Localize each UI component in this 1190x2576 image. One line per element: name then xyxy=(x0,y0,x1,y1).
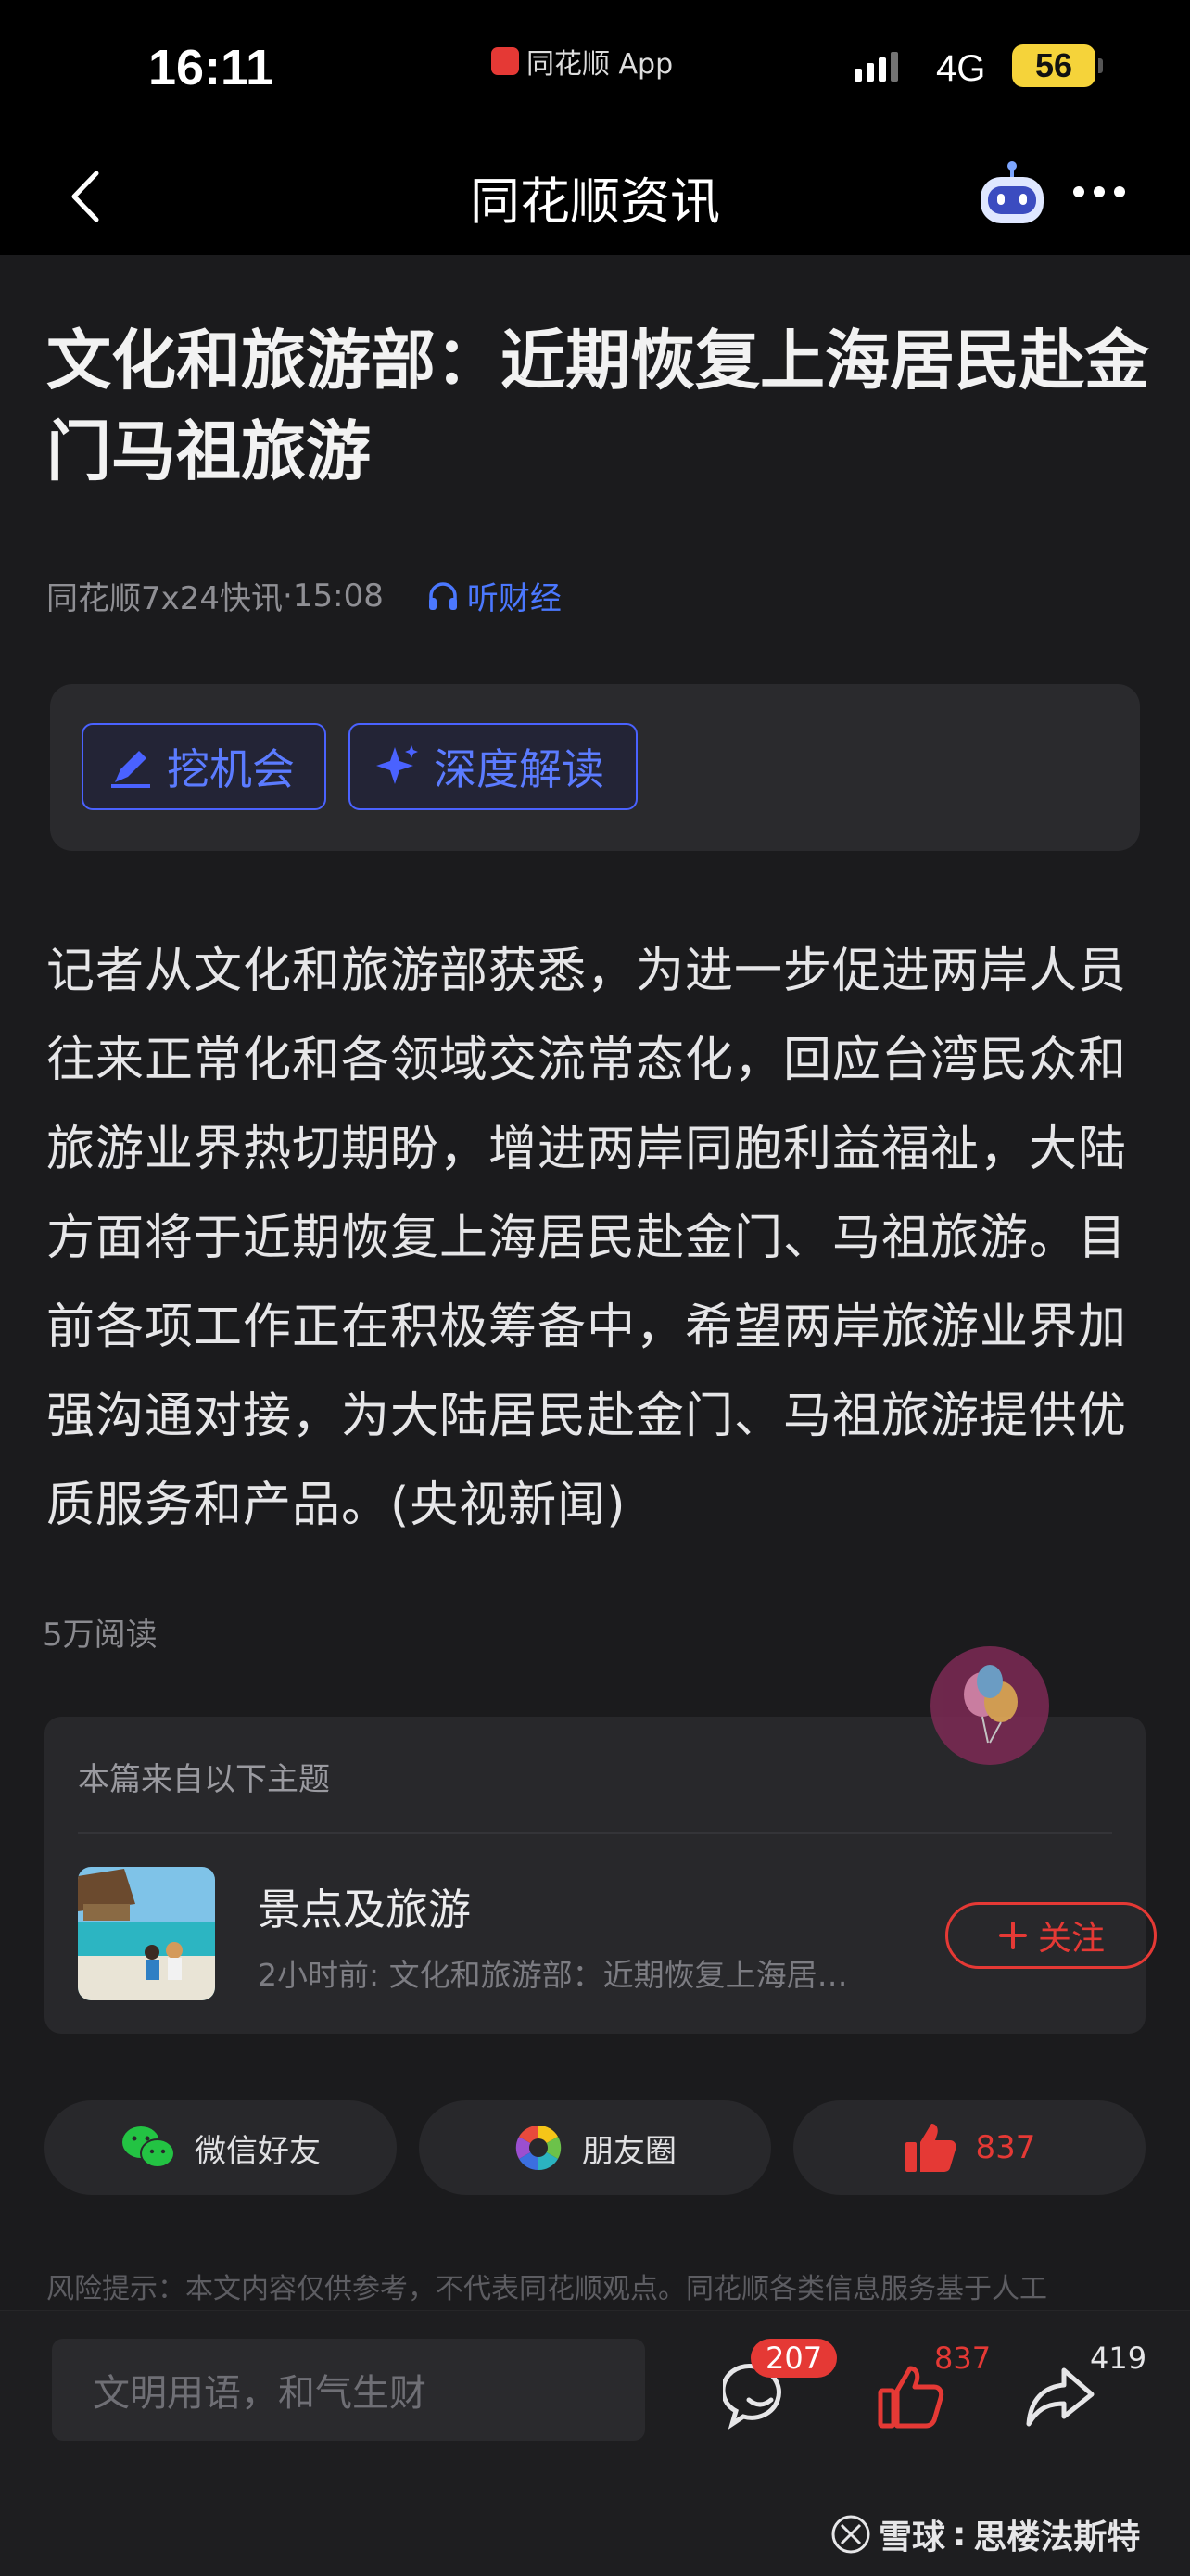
share-wechat-label: 微信好友 xyxy=(195,2132,321,2170)
bottom-like-count: 837 xyxy=(934,2341,992,2376)
share-moments-button[interactable]: 朋友圈 xyxy=(419,2100,771,2195)
headphones-icon xyxy=(428,581,457,610)
status-time: 16:11 xyxy=(148,40,274,95)
topic-header: 本篇来自以下主题 xyxy=(78,1761,330,1798)
watermark: 雪球 : 思楼法斯特 xyxy=(830,2510,1140,2558)
article-headline: 文化和旅游部：近期恢复上海居民赴金门马祖旅游 xyxy=(46,323,1149,489)
topic-latest: 2小时前: 文化和旅游部：近期恢复上海居… xyxy=(258,1957,848,1993)
comment-input[interactable]: 文明用语，和气生财 xyxy=(52,2339,645,2441)
topic-thumbnail xyxy=(78,1867,215,2000)
share-arrow-icon[interactable] xyxy=(1023,2359,1097,2433)
sparkle-icon xyxy=(376,745,418,784)
share-wechat-button[interactable]: 微信好友 xyxy=(44,2100,397,2195)
like-count: 837 xyxy=(975,2129,1036,2166)
deep-analysis-button[interactable]: 深度解读 xyxy=(348,723,638,810)
battery-icon: 56 xyxy=(1012,44,1103,87)
comment-count-badge: 207 xyxy=(751,2339,838,2378)
deep-analysis-label: 深度解读 xyxy=(434,744,604,794)
wechat-icon xyxy=(122,2126,175,2168)
meta-separator: · xyxy=(283,577,293,615)
balloon-icon[interactable] xyxy=(930,1646,1049,1765)
article-body: 记者从文化和旅游部获悉，为进一步促进两岸人员往来正常化和各领域交流常态化，回应台… xyxy=(46,944,1128,1533)
topic-name: 景点及旅游 xyxy=(258,1884,471,1935)
article-time: 15:08 xyxy=(292,577,384,615)
thumbs-up-icon xyxy=(905,2124,956,2172)
pen-icon xyxy=(111,751,150,788)
article-source: 同花顺7x24快讯 xyxy=(46,580,284,617)
nav-bar: 同花顺资讯 xyxy=(0,144,1190,255)
listen-button[interactable]: 听财经 xyxy=(426,573,562,618)
app-logo-icon xyxy=(491,47,519,75)
watermark-separator: : xyxy=(953,2515,967,2554)
comment-placeholder: 文明用语，和气生财 xyxy=(93,2372,426,2415)
risk-notice: 风险提示：本文内容仅供参考，不代表同花顺观点。同花顺各类信息服务基于人工 xyxy=(46,2273,1047,2305)
more-dots-icon[interactable] xyxy=(1073,186,1125,197)
listen-label: 听财经 xyxy=(466,580,562,617)
status-bar: 16:11 同花顺 App 4G 56 xyxy=(0,0,1190,144)
share-moments-label: 朋友圈 xyxy=(582,2132,677,2170)
dig-opportunity-button[interactable]: 挖机会 xyxy=(82,723,326,810)
article-meta: 同花顺7x24快讯 · 15:08 听财经 xyxy=(46,573,562,618)
follow-label: 关注 xyxy=(1037,1920,1105,1958)
plus-icon xyxy=(998,1922,1027,1949)
app-indicator: 同花顺 App xyxy=(491,41,673,82)
divider xyxy=(78,1832,1112,1834)
signal-icon xyxy=(855,52,898,82)
like-button[interactable]: 837 xyxy=(793,2100,1146,2195)
ai-tools-panel: 挖机会 深度解读 xyxy=(50,684,1140,851)
dig-opportunity-label: 挖机会 xyxy=(167,744,295,794)
watermark-brand: 雪球 xyxy=(879,2519,946,2557)
moments-icon xyxy=(515,2125,562,2171)
xueqiu-logo-icon xyxy=(831,2515,870,2554)
follow-button[interactable]: 关注 xyxy=(945,1902,1157,1969)
read-count: 5万阅读 xyxy=(43,1617,158,1654)
watermark-author: 思楼法斯特 xyxy=(973,2519,1141,2557)
share-count: 419 xyxy=(1090,2341,1147,2376)
app-indicator-label: 同花顺 App xyxy=(526,48,674,81)
network-label: 4G xyxy=(936,48,986,89)
battery-level: 56 xyxy=(1034,46,1073,84)
robot-icon[interactable] xyxy=(975,159,1049,233)
